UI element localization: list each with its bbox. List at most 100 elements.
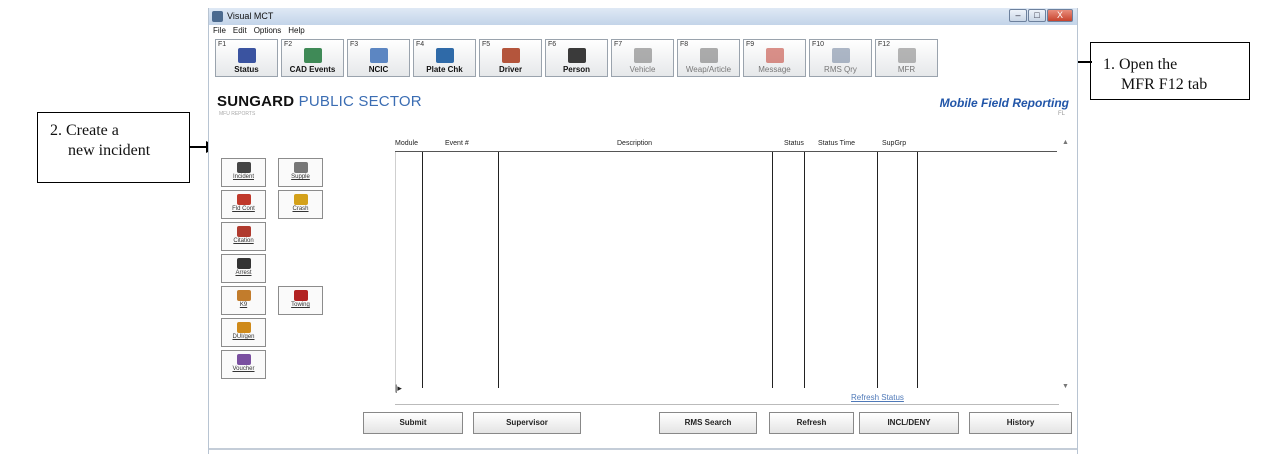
grid-divider <box>877 152 878 388</box>
fkey-f12-button[interactable]: F12 MFR <box>875 39 938 77</box>
fkey-number: F12 <box>878 41 891 48</box>
column-status-time[interactable]: Status Time <box>818 140 855 147</box>
history-button[interactable]: History <box>969 412 1072 434</box>
scroll-down-arrow-icon[interactable]: ▼ <box>1062 383 1069 390</box>
column-supgrp[interactable]: SupGrp <box>882 140 906 147</box>
events-grid-header: Module Event # Description Status Status… <box>395 140 1057 152</box>
annotation-step-2: 2. Create a new incident <box>37 112 190 183</box>
fkey-label: NCIC <box>368 65 389 74</box>
brand-logo: SUNGARD PUBLIC SECTOR <box>217 93 422 110</box>
close-button[interactable]: X <box>1047 9 1073 22</box>
menu-help[interactable]: Help <box>288 25 304 37</box>
grid-divider <box>772 152 773 388</box>
rms-query-icon <box>832 48 850 63</box>
fkey-label: RMS Qry <box>824 65 857 74</box>
citation-icon <box>236 226 251 237</box>
maximize-button[interactable]: □ <box>1028 9 1046 22</box>
window-title: Visual MCT <box>227 11 274 21</box>
fkey-label: Plate Chk <box>426 65 463 74</box>
fkey-f7-button[interactable]: F7 Vehicle <box>611 39 674 77</box>
fkey-number: F1 <box>218 41 227 48</box>
brand-primary: SUNGARD <box>217 93 295 110</box>
scroll-up-arrow-icon[interactable]: ▲ <box>1062 139 1069 146</box>
person-icon <box>568 48 586 63</box>
report-fld-cont-button[interactable]: Fld Cont <box>221 190 266 219</box>
fkey-label: Weap/Article <box>685 65 732 74</box>
menu-edit[interactable]: Edit <box>233 25 247 37</box>
fkey-label: CAD Events <box>289 65 336 74</box>
brand-secondary: PUBLIC SECTOR <box>298 93 422 110</box>
report-citation-button[interactable]: Citation <box>221 222 266 251</box>
message-icon <box>766 48 784 63</box>
column-status[interactable]: Status <box>784 140 804 147</box>
dui-icon <box>236 322 251 333</box>
fkey-f2-button[interactable]: F2 CAD Events <box>281 39 344 77</box>
report-button-label: Voucher <box>232 366 255 372</box>
towing-icon <box>293 290 308 301</box>
column-module[interactable]: Module <box>395 140 418 147</box>
fkey-f6-button[interactable]: F6 Person <box>545 39 608 77</box>
fkey-label: Driver <box>498 65 523 74</box>
fkey-label: Status <box>234 65 259 74</box>
report-button-label: Supple <box>291 174 310 180</box>
refresh-button[interactable]: Refresh <box>769 412 854 434</box>
events-grid-body[interactable] <box>395 152 396 392</box>
menu-file[interactable]: File <box>213 25 226 37</box>
menu-options[interactable]: Options <box>254 25 282 37</box>
fkey-number: F7 <box>614 41 623 48</box>
column-event-number[interactable]: Event # <box>445 140 469 147</box>
report-k9-button[interactable]: K9 <box>221 286 266 315</box>
fkey-f8-button[interactable]: F8 Weap/Article <box>677 39 740 77</box>
fkey-number: F6 <box>548 41 557 48</box>
report-dui-gen-button[interactable]: DUI/gen <box>221 318 266 347</box>
grid-row-caret-icon: |▸ <box>395 383 402 393</box>
report-supple-button[interactable]: Supple <box>278 158 323 187</box>
voucher-icon <box>236 354 251 365</box>
fkey-number: F9 <box>746 41 755 48</box>
annotation-step-2-line-2: new incident <box>68 142 151 159</box>
fkey-label: Vehicle <box>629 65 656 74</box>
report-incident-button[interactable]: Incident <box>221 158 266 187</box>
vehicle-icon <box>634 48 652 63</box>
mfr-icon <box>898 48 916 63</box>
rms-search-button[interactable]: RMS Search <box>659 412 757 434</box>
report-towing-button[interactable]: Towing <box>278 286 323 315</box>
submit-button[interactable]: Submit <box>363 412 463 434</box>
fkey-f4-button[interactable]: F4 Plate Chk <box>413 39 476 77</box>
supervisor-button[interactable]: Supervisor <box>473 412 581 434</box>
field-contact-icon <box>236 194 251 205</box>
report-button-label: Citation <box>233 238 254 244</box>
report-button-label: Towing <box>291 302 310 308</box>
fkey-number: F10 <box>812 41 825 48</box>
fkey-f3-button[interactable]: F3 NCIC <box>347 39 410 77</box>
mfr-title: Mobile Field Reporting <box>939 96 1069 110</box>
annotation-step-2-line-1: 2. Create a <box>50 122 119 139</box>
incident-icon <box>236 162 251 173</box>
menu-bar: File Edit Options Help <box>209 25 1077 37</box>
grid-divider <box>498 152 499 388</box>
report-button-label: Incident <box>232 174 254 180</box>
minimize-button[interactable]: – <box>1009 9 1027 22</box>
app-window: Visual MCT – □ X File Edit Options Help … <box>208 8 1078 454</box>
fkey-f10-button[interactable]: F10 RMS Qry <box>809 39 872 77</box>
report-button-label: Crash <box>292 206 309 212</box>
fkey-number: F2 <box>284 41 293 48</box>
status-strip <box>209 448 1077 450</box>
report-arrest-button[interactable]: Arrest <box>221 254 266 283</box>
column-description[interactable]: Description <box>617 140 652 147</box>
incl-deny-button[interactable]: INCL/DENY <box>859 412 959 434</box>
fkey-f9-button[interactable]: F9 Message <box>743 39 806 77</box>
report-button-label: K9 <box>239 302 248 308</box>
grid-divider <box>917 152 918 388</box>
driver-icon <box>502 48 520 63</box>
report-button-label: Fld Cont <box>232 206 255 212</box>
grid-divider <box>422 152 423 388</box>
fkey-f5-button[interactable]: F5 Driver <box>479 39 542 77</box>
report-crash-button[interactable]: Crash <box>278 190 323 219</box>
fkey-f1-button[interactable]: F1 Status <box>215 39 278 77</box>
refresh-status-link[interactable]: Refresh Status <box>851 393 904 402</box>
weapon-icon <box>700 48 718 63</box>
annotation-step-1-line-2: MFR F12 tab <box>1121 76 1208 93</box>
report-voucher-button[interactable]: Voucher <box>221 350 266 379</box>
fkey-number: F4 <box>416 41 425 48</box>
